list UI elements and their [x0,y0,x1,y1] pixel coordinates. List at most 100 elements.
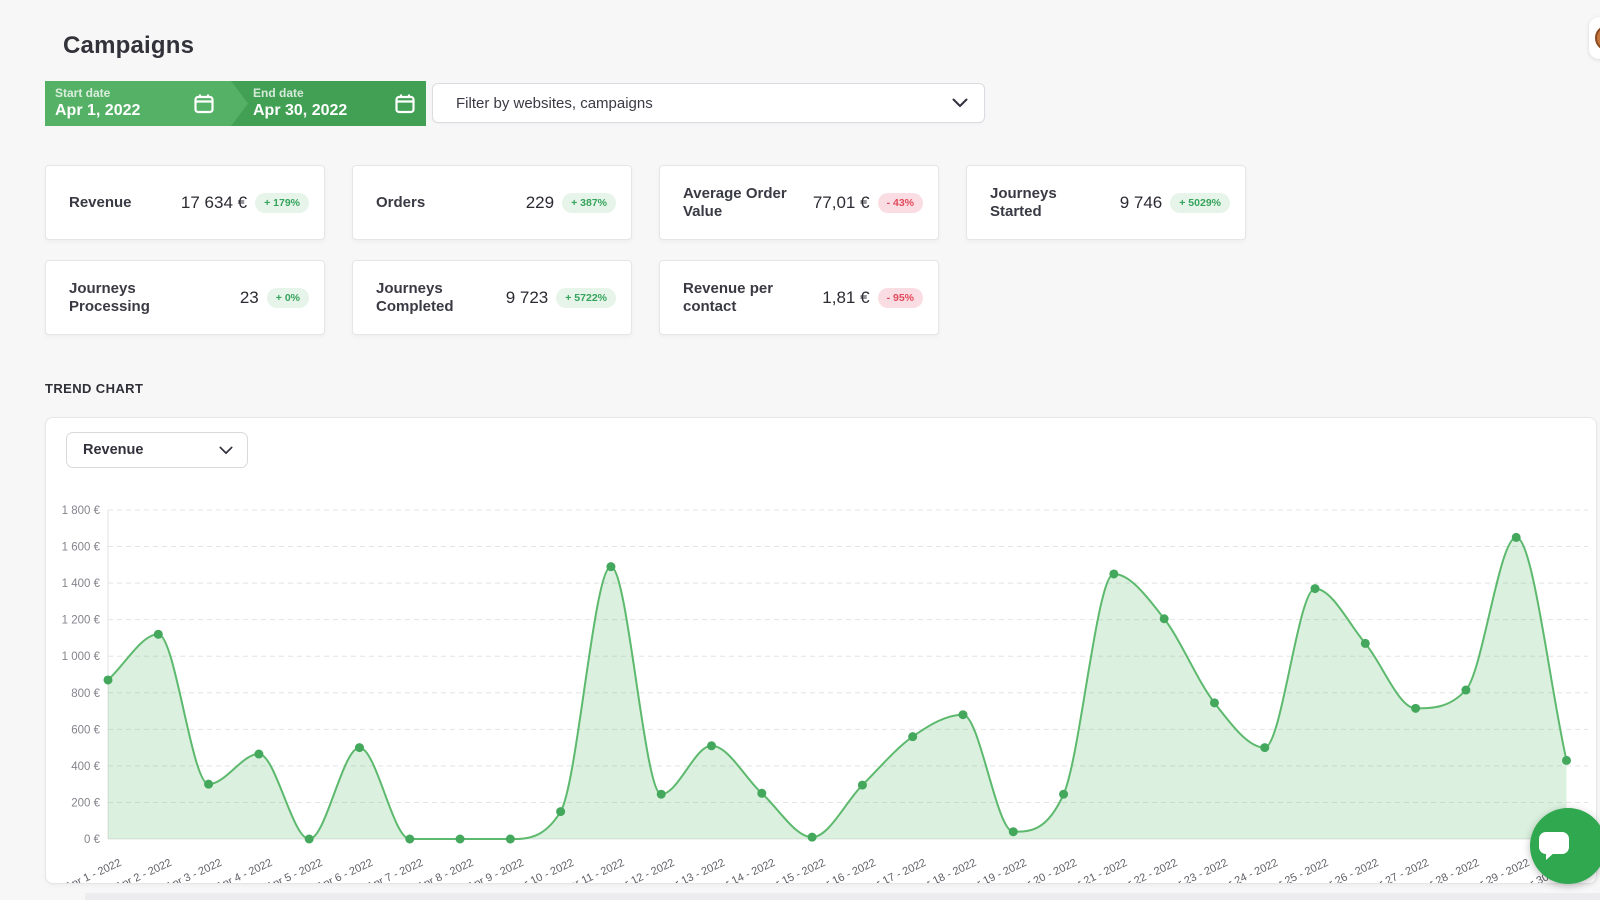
kpi-label: Journeys Started [990,185,1100,220]
filter-placeholder: Filter by websites, campaigns [456,95,952,112]
kpi-label: Orders [376,194,425,212]
start-date-button[interactable]: Start date Apr 1, 2022 [45,81,248,126]
x-tick-label: Apr 9 - 2022 [466,857,526,884]
x-tick-label: Apr 5 - 2022 [265,857,325,884]
data-point[interactable] [154,630,163,639]
data-point[interactable] [1512,533,1521,542]
data-point[interactable] [858,781,867,790]
avatar [1595,25,1600,51]
y-tick-label: 600 € [71,724,100,736]
kpi-value: 77,01 € [813,193,870,213]
start-date-label: Start date [55,86,193,101]
kpi-label: Journeys Processing [69,280,179,315]
data-point[interactable] [1059,790,1068,799]
data-point[interactable] [1361,639,1370,648]
kpi-change-badge: - 43% [878,193,923,213]
kpi-card-orders: Orders 229 + 387% [352,165,632,240]
kpi-value-group: 17 634 € + 179% [181,193,309,213]
kpi-value-group: 77,01 € - 43% [813,193,923,213]
kpi-card-journeys-completed: Journeys Completed 9 723 + 5722% [352,260,632,335]
kpi-change-badge: + 179% [255,193,309,213]
kpi-value-group: 9 723 + 5722% [506,288,616,308]
kpi-change-badge: + 5722% [556,288,616,308]
kpi-value: 1,81 € [822,288,869,308]
trend-chart-svg: 0 €200 €400 €600 €800 €1 000 €1 200 €1 4… [46,418,1597,884]
x-tick-label: Apr 1 - 2022 [63,857,123,884]
metric-select-value: Revenue [83,442,219,458]
x-tick-label: Apr 7 - 2022 [365,857,425,884]
kpi-value: 9 723 [506,288,549,308]
data-point[interactable] [254,750,263,759]
data-point[interactable] [305,835,314,844]
data-point[interactable] [506,835,515,844]
data-point[interactable] [1260,743,1269,752]
end-date-label: End date [253,86,394,101]
data-point[interactable] [456,835,465,844]
calendar-icon [193,93,215,115]
data-point[interactable] [908,732,917,741]
data-point[interactable] [1009,827,1018,836]
y-tick-label: 1 400 € [62,578,101,590]
end-date-button[interactable]: End date Apr 30, 2022 [231,81,426,126]
x-tick-label: Apr 8 - 2022 [415,857,475,884]
trend-chart-card: 0 €200 €400 €600 €800 €1 000 €1 200 €1 4… [45,417,1597,884]
start-date-value: Apr 1, 2022 [55,101,193,121]
y-tick-label: 400 € [71,761,100,773]
kpi-label: Journeys Completed [376,280,486,315]
kpi-change-badge: - 95% [878,288,923,308]
kpi-label: Revenue per contact [683,280,793,315]
data-point[interactable] [104,675,113,684]
kpi-card-revenue-per-contact: Revenue per contact 1,81 € - 95% [659,260,939,335]
y-tick-label: 1 000 € [62,651,101,663]
data-point[interactable] [757,789,766,798]
y-tick-label: 1 800 € [62,505,101,517]
chat-fab-button[interactable] [1530,808,1600,884]
date-range-picker: End date Apr 30, 2022 Start date Apr 1, … [45,81,426,126]
x-tick-label: Apr 4 - 2022 [214,857,274,884]
trend-chart-heading: TREND CHART [45,381,143,396]
data-point[interactable] [606,562,615,571]
data-point[interactable] [1311,584,1320,593]
data-point[interactable] [355,743,364,752]
metric-select[interactable]: Revenue [66,432,248,468]
data-point[interactable] [1210,698,1219,707]
data-point[interactable] [958,710,967,719]
data-point[interactable] [1562,756,1571,765]
kpi-card-journeys-processing: Journeys Processing 23+ 0% [45,260,325,335]
y-tick-label: 1 600 € [62,542,101,554]
data-point[interactable] [405,835,414,844]
x-tick-label: Apr 2 - 2022 [114,857,174,884]
data-point[interactable] [1109,569,1118,578]
data-point[interactable] [204,780,213,789]
data-point[interactable] [808,833,817,842]
kpi-value: 229 [526,193,554,213]
kpi-row-2: Journeys Processing 23+ 0% Journeys Comple… [45,260,939,335]
kpi-value-group: 1,81 € - 95% [822,288,923,308]
kpi-value-group: 9 746+ 5029% [1120,193,1230,213]
kpi-change-badge: + 5029% [1170,193,1230,213]
y-tick-label: 800 € [71,688,100,700]
data-point[interactable] [1461,686,1470,695]
kpi-value-group: 229 + 387% [526,193,616,213]
chevron-down-icon [952,98,968,108]
user-menu-button[interactable] [1589,17,1600,59]
kpi-row-1: Revenue17 634 €+ 179%Orders229+ 387%Aver… [45,165,1246,240]
data-point[interactable] [1411,704,1420,713]
kpi-value-group: 23+ 0% [240,288,309,308]
x-tick-label: Apr 6 - 2022 [315,857,375,884]
page-title: Campaigns [63,32,194,60]
y-tick-label: 1 200 € [62,615,101,627]
chevron-down-icon [219,446,233,455]
kpi-change-badge: + 0% [267,288,309,308]
data-point[interactable] [707,741,716,750]
y-tick-label: 200 € [71,797,100,809]
filter-dropdown[interactable]: Filter by websites, campaigns [432,83,985,123]
kpi-card-average-order-value: Average Order Value77,01 €- 43% [659,165,939,240]
data-point[interactable] [556,807,565,816]
kpi-value: 17 634 € [181,193,247,213]
data-point[interactable] [1160,614,1169,623]
kpi-change-badge: + 387% [562,193,616,213]
calendar-icon [394,93,416,115]
end-date-value: Apr 30, 2022 [253,101,394,121]
data-point[interactable] [657,790,666,799]
